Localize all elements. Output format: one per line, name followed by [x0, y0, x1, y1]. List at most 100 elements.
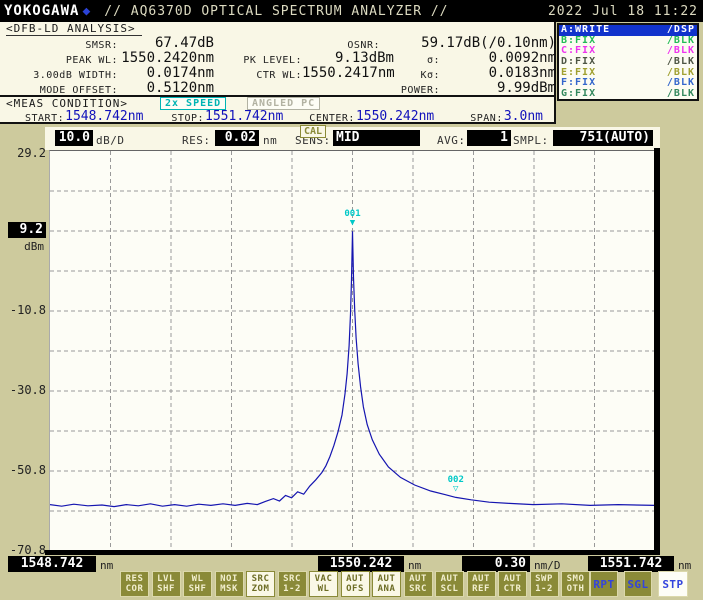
trace-display-status: /BLK — [667, 89, 695, 99]
trace-display-status: /BLK — [667, 46, 695, 56]
trace-row-a[interactable]: A:WRITE/DSP — [559, 25, 697, 36]
softkey-stp[interactable]: STP — [658, 571, 688, 597]
analysis-field-value: 1550.2420nm — [118, 50, 214, 66]
center-value: 1550.242nm — [356, 109, 434, 124]
ref-level-readout: 9.2 — [8, 222, 46, 238]
sampling-readout: 751(AUTO) — [553, 130, 653, 146]
y-axis-tick: -50.8 — [0, 463, 46, 477]
softkey-vac-wl[interactable]: VACWL — [309, 571, 338, 597]
analysis-field-label: MODE OFFSET: — [0, 85, 118, 96]
analysis-field-value: 0.0092nm — [440, 50, 556, 66]
trace-name: E:FIX — [561, 68, 596, 78]
title-bar: YOKOGAWA ◆ // AQ6370D OPTICAL SPECTRUM A… — [0, 0, 703, 22]
softkey-aut-src[interactable]: AUTSRC — [404, 571, 433, 597]
y-axis-tick: -70.8 — [0, 543, 46, 557]
softkey-wl-shf[interactable]: WLSHF — [183, 571, 212, 597]
trace-row-f[interactable]: F:FIX/BLK — [559, 78, 697, 89]
softkey-swp-1-2[interactable]: SWP1-2 — [530, 571, 559, 597]
y-axis-tick: -30.8 — [0, 383, 46, 397]
cal-badge: CAL — [300, 125, 326, 138]
softkey-aut-scl[interactable]: AUTSCL — [435, 571, 464, 597]
softkey-sgl[interactable]: SGL — [624, 571, 652, 597]
diamond-icon: ◆ — [82, 4, 90, 19]
trace-row-d[interactable]: D:FIX/BLK — [559, 57, 697, 68]
trace-display-status: /BLK — [667, 78, 695, 88]
plot-right-border — [654, 148, 660, 555]
stop-value: 1551.742nm — [205, 109, 283, 124]
average-label: AVG: — [437, 134, 466, 147]
x-axis-start-unit: nm — [100, 559, 113, 572]
x-axis-center-readout: 1550.242 — [318, 556, 404, 572]
app-title: // AQ6370D OPTICAL SPECTRUM ANALYZER // — [104, 4, 448, 19]
softkey-smo-oth[interactable]: SMOOTH — [561, 571, 590, 597]
y-axis-tick: -10.8 — [0, 303, 46, 317]
peak-marker-002: 002▽ — [448, 476, 464, 494]
resolution-unit: nm — [263, 134, 277, 147]
analysis-field-value: 9.13dBm — [302, 50, 394, 66]
analysis-field-value: 0.0174nm — [118, 65, 214, 81]
trace-status-panel: A:WRITE/DSPB:FIX/BLKC:FIX/BLKD:FIX/BLKE:… — [557, 23, 699, 101]
analysis-field-value: 0.5120nm — [118, 80, 214, 96]
x-axis-stop-readout: 1551.742 — [588, 556, 674, 572]
softkey-rpt[interactable]: RPT — [590, 571, 618, 597]
trace-display-status: /DSP — [667, 25, 695, 35]
softkey-aut-ref[interactable]: AUTREF — [467, 571, 496, 597]
softkey-res-cor[interactable]: RESCOR — [120, 571, 149, 597]
span-label: SPAN: — [470, 113, 503, 124]
resolution-readout: 0.02 — [215, 130, 259, 146]
level-scale-readout: 10.0 — [55, 130, 93, 146]
analysis-field-value: 0.0183nm — [440, 65, 556, 81]
softkey-aut-ofs[interactable]: AUTOFS — [341, 571, 370, 597]
trace-display-status: /BLK — [667, 36, 695, 46]
trace-name: C:FIX — [561, 46, 596, 56]
y-axis-unit: dBm — [0, 240, 44, 253]
analysis-field-label: POWER: — [214, 85, 440, 96]
analysis-field-value: 1550.2417nm — [302, 65, 394, 81]
meas-condition-fields: START: 1548.742nm STOP: 1551.742nm CENTE… — [0, 109, 556, 124]
stop-label: STOP: — [171, 113, 204, 124]
analysis-field-label: Kσ: — [394, 70, 440, 81]
sampling-label: SMPL: — [513, 134, 549, 147]
dfb-analysis-heading: <DFB-LD ANALYSIS> — [6, 22, 142, 36]
brand-logo: YOKOGAWA — [4, 3, 79, 19]
analysis-field-label: CTR WL: — [214, 70, 302, 81]
analysis-field-label: 3.00dB WIDTH: — [0, 70, 118, 81]
analysis-row: PEAK WL: 1550.2420nm PK LEVEL: 9.13dBm σ… — [0, 50, 556, 65]
softkey-lvl-shf[interactable]: LVLSHF — [152, 571, 181, 597]
settings-strip: 10.0 dB/D RES: 0.02 nm SENS: MID AVG: 1 … — [45, 127, 660, 150]
analysis-field-label: PK LEVEL: — [214, 55, 302, 66]
softkey-noi-msk[interactable]: NOIMSK — [215, 571, 244, 597]
analysis-field-label: PEAK WL: — [0, 55, 118, 66]
start-value: 1548.742nm — [65, 109, 143, 124]
average-readout: 1 — [467, 130, 511, 146]
softkey-aut-ana[interactable]: AUTANA — [372, 571, 401, 597]
trace-name: B:FIX — [561, 36, 596, 46]
dfb-analysis-fields: SMSR: 67.47dB OSNR: 59.17dB(/0.10nm) PEA… — [0, 35, 556, 95]
trace-name: D:FIX — [561, 57, 596, 67]
trace-row-g[interactable]: G:FIX/BLK — [559, 89, 697, 100]
x-axis-start-readout: 1548.742 — [8, 556, 96, 572]
analysis-field-value: 9.99dBm — [440, 80, 556, 96]
meas-condition-panel: <MEAS CONDITION> 2x SPEED ANGLED PC STAR… — [0, 97, 556, 124]
x-axis-per-div-readout: 0.30 — [462, 556, 530, 572]
trace-display-status: /BLK — [667, 57, 695, 67]
clock: 2022 Jul 18 11:22 — [548, 4, 698, 19]
analysis-field-value: 67.47dB — [118, 35, 214, 51]
start-label: START: — [25, 113, 64, 124]
dfb-analysis-panel: <DFB-LD ANALYSIS> SMSR: 67.47dB OSNR: 59… — [0, 22, 556, 97]
analysis-row: 3.00dB WIDTH: 0.0174nm CTR WL: 1550.2417… — [0, 65, 556, 80]
analysis-row: SMSR: 67.47dB OSNR: 59.17dB(/0.10nm) — [0, 35, 556, 50]
peak-marker-001: 001▼ — [344, 210, 360, 228]
softkey-src-zom[interactable]: SRCZOM — [246, 571, 275, 597]
spectrum-plot-area[interactable]: 001▼ 002▽ — [49, 150, 655, 551]
center-label: CENTER: — [309, 113, 355, 124]
level-scale-unit: dB/D — [96, 134, 125, 147]
y-axis-top-tick: 29.2 — [0, 146, 46, 160]
trace-name: G:FIX — [561, 89, 596, 99]
osa-screen: YOKOGAWA ◆ // AQ6370D OPTICAL SPECTRUM A… — [0, 0, 703, 600]
softkey-src-1-2[interactable]: SRC1-2 — [278, 571, 307, 597]
analysis-field-value: 59.17dB(/0.10nm) — [380, 35, 556, 51]
resolution-label: RES: — [182, 134, 211, 147]
analysis-field-label: SMSR: — [0, 40, 118, 51]
softkey-aut-ctr[interactable]: AUTCTR — [498, 571, 527, 597]
